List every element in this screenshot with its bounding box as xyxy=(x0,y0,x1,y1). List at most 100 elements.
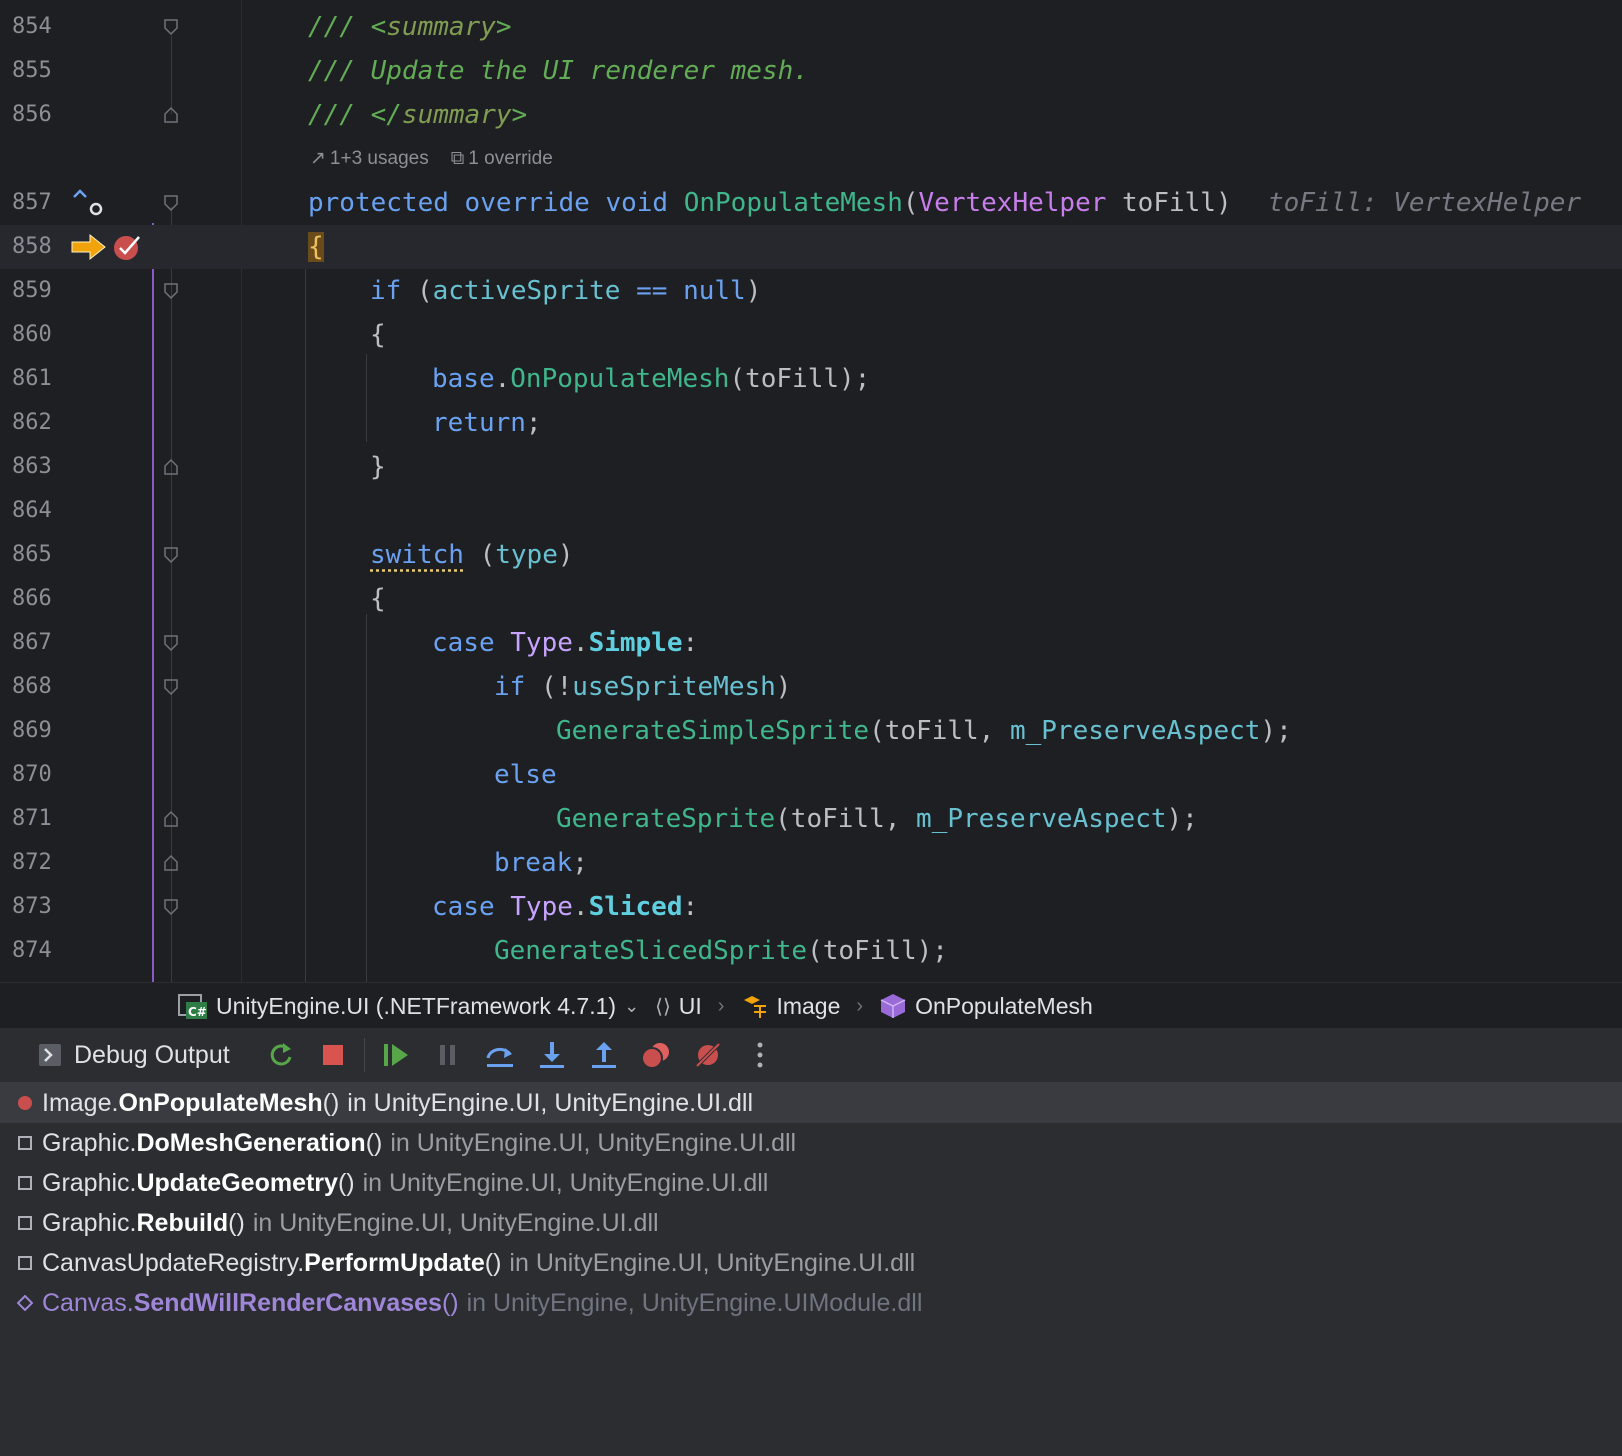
chevron-right-icon: › xyxy=(717,994,725,1017)
step-over-button[interactable] xyxy=(479,1034,521,1076)
view-breakpoints-button[interactable] xyxy=(635,1034,677,1076)
code-line[interactable]: 854 /// <summary> xyxy=(0,5,1622,49)
line-number: 858 xyxy=(12,234,52,259)
class-icon xyxy=(744,996,767,1018)
code-line[interactable]: 856 /// </summary> xyxy=(0,93,1622,137)
step-into-icon xyxy=(539,1042,564,1068)
stop-button[interactable] xyxy=(312,1034,354,1076)
execution-point-arrow-icon xyxy=(71,233,106,261)
switch-keyword: switch xyxy=(370,540,464,570)
more-icon xyxy=(757,1042,763,1068)
fold-end-icon[interactable] xyxy=(163,810,179,828)
step-into-button[interactable] xyxy=(531,1034,573,1076)
frame-icon xyxy=(16,1254,34,1272)
view-breakpoints-icon xyxy=(640,1043,669,1069)
console-icon xyxy=(39,1044,61,1066)
doc-tag: summary xyxy=(386,12,496,42)
line-number: 860 xyxy=(12,322,52,347)
line-number: 871 xyxy=(12,806,52,831)
rerun-button[interactable] xyxy=(260,1034,302,1076)
code-line[interactable]: 872 break; xyxy=(0,841,1622,885)
overrides-lens[interactable]: ⧉ 1 override xyxy=(451,144,553,174)
debug-output-tab[interactable]: Debug Output xyxy=(38,1041,230,1070)
breadcrumb-namespace[interactable]: ⟨⟩ UI xyxy=(655,993,702,1020)
current-execution-line[interactable]: 858 { xyxy=(0,225,1622,269)
namespace-icon: ⟨⟩ xyxy=(655,995,671,1018)
line-number: 857 xyxy=(12,190,52,215)
code-line[interactable]: 863 } xyxy=(0,445,1622,489)
rerun-icon xyxy=(270,1043,292,1066)
fold-open-icon[interactable] xyxy=(163,898,179,916)
mute-breakpoints-button[interactable] xyxy=(687,1034,729,1076)
line-number: 869 xyxy=(12,718,52,743)
stack-frame[interactable]: Canvas. SendWillRenderCanvases() in Unity… xyxy=(0,1283,1622,1323)
breadcrumb: C# UnityEngine.UI (.NETFramework 4.7.1) … xyxy=(0,982,1622,1029)
code-line[interactable]: 865 switch (type) xyxy=(0,533,1622,577)
matched-brace: { xyxy=(308,232,324,262)
code-line[interactable]: 871 GenerateSprite(toFill, m_PreserveAsp… xyxy=(0,797,1622,841)
code-line[interactable]: 860 { xyxy=(0,313,1622,357)
line-number: 861 xyxy=(12,366,52,391)
stack-frame[interactable]: Graphic. UpdateGeometry() in UnityEngine.… xyxy=(0,1163,1622,1203)
code-line[interactable]: 868 if (!useSpriteMesh) xyxy=(0,665,1622,709)
line-number: 873 xyxy=(12,894,52,919)
doc-tag: summary xyxy=(401,100,512,130)
code-line[interactable]: 869 GenerateSimpleSprite(toFill, m_Prese… xyxy=(0,709,1622,753)
line-number: 865 xyxy=(12,542,52,567)
code-line[interactable]: 855 /// Update the UI renderer mesh. xyxy=(0,49,1622,93)
fold-open-icon[interactable] xyxy=(163,546,179,564)
frame-icon xyxy=(16,1134,34,1152)
code-line[interactable]: 870 else xyxy=(0,753,1622,797)
code-line[interactable]: 864 xyxy=(0,489,1622,533)
code-line[interactable]: 873 case Type.Sliced: xyxy=(0,885,1622,929)
more-button[interactable] xyxy=(739,1034,781,1076)
codelens[interactable]: ↗ 1+3 usages ⧉ 1 override xyxy=(310,144,553,174)
pause-button[interactable] xyxy=(427,1034,469,1076)
svg-text:C#: C# xyxy=(188,1005,207,1019)
type-name: VertexHelper xyxy=(918,188,1107,218)
usages-lens[interactable]: ↗ 1+3 usages xyxy=(310,144,429,174)
step-over-icon xyxy=(486,1047,513,1067)
fold-open-icon[interactable] xyxy=(163,18,179,36)
code-line[interactable]: 866 { xyxy=(0,577,1622,621)
breakpoint-icon[interactable] xyxy=(112,231,144,263)
external-frame-icon xyxy=(16,1294,34,1312)
fold-open-icon[interactable] xyxy=(163,194,179,212)
stack-frame[interactable]: CanvasUpdateRegistry. PerformUpdate() in … xyxy=(0,1243,1622,1283)
fold-open-icon[interactable] xyxy=(163,634,179,652)
pause-icon xyxy=(439,1045,455,1065)
toolbar-separator xyxy=(363,1038,365,1072)
code-line[interactable]: 857 protected override void OnPopulateMe… xyxy=(0,181,1622,225)
code-line[interactable]: 859 if (activeSprite == null) xyxy=(0,269,1622,313)
line-number: 864 xyxy=(12,498,52,523)
fold-open-icon[interactable] xyxy=(163,678,179,696)
stack-frame[interactable]: Image. OnPopulateMesh() in UnityEngine.UI… xyxy=(0,1083,1622,1123)
code-line[interactable]: 867 case Type.Simple: xyxy=(0,621,1622,665)
code-line[interactable]: 874 GenerateSlicedSprite(toFill); xyxy=(0,929,1622,973)
stack-frame[interactable]: Graphic. DoMeshGeneration() in UnityEngin… xyxy=(0,1123,1622,1163)
line-number: 867 xyxy=(12,630,52,655)
mute-breakpoints-icon xyxy=(695,1042,721,1068)
fold-end-icon[interactable] xyxy=(163,458,179,476)
resume-button[interactable] xyxy=(375,1034,417,1076)
step-out-button[interactable] xyxy=(583,1034,625,1076)
frame-icon xyxy=(16,1174,34,1192)
current-frame-icon xyxy=(16,1094,34,1112)
chevron-down-icon: ⌄ xyxy=(624,995,640,1016)
code-line[interactable]: 862 return; xyxy=(0,401,1622,445)
breadcrumb-class[interactable]: Image xyxy=(740,992,840,1020)
step-out-icon xyxy=(591,1042,616,1068)
stack-frame[interactable]: Graphic. Rebuild() in UnityEngine.UI, Uni… xyxy=(0,1203,1622,1243)
breadcrumb-project[interactable]: C# UnityEngine.UI (.NETFramework 4.7.1) … xyxy=(178,992,639,1020)
overrides-gutter-icon[interactable] xyxy=(70,187,104,217)
fold-end-icon[interactable] xyxy=(163,106,179,124)
code-editor[interactable]: ↗ 1+3 usages ⧉ 1 override 854 /// <summary… xyxy=(0,0,1622,982)
chevron-right-icon: › xyxy=(856,994,864,1017)
line-number: 856 xyxy=(12,102,52,127)
fold-end-icon[interactable] xyxy=(163,854,179,872)
fold-open-icon[interactable] xyxy=(163,282,179,300)
line-number: 866 xyxy=(12,586,52,611)
code-line[interactable]: 861 base.OnPopulateMesh(toFill); xyxy=(0,357,1622,401)
line-number: 855 xyxy=(12,58,52,83)
breadcrumb-method[interactable]: OnPopulateMesh xyxy=(879,992,1093,1020)
